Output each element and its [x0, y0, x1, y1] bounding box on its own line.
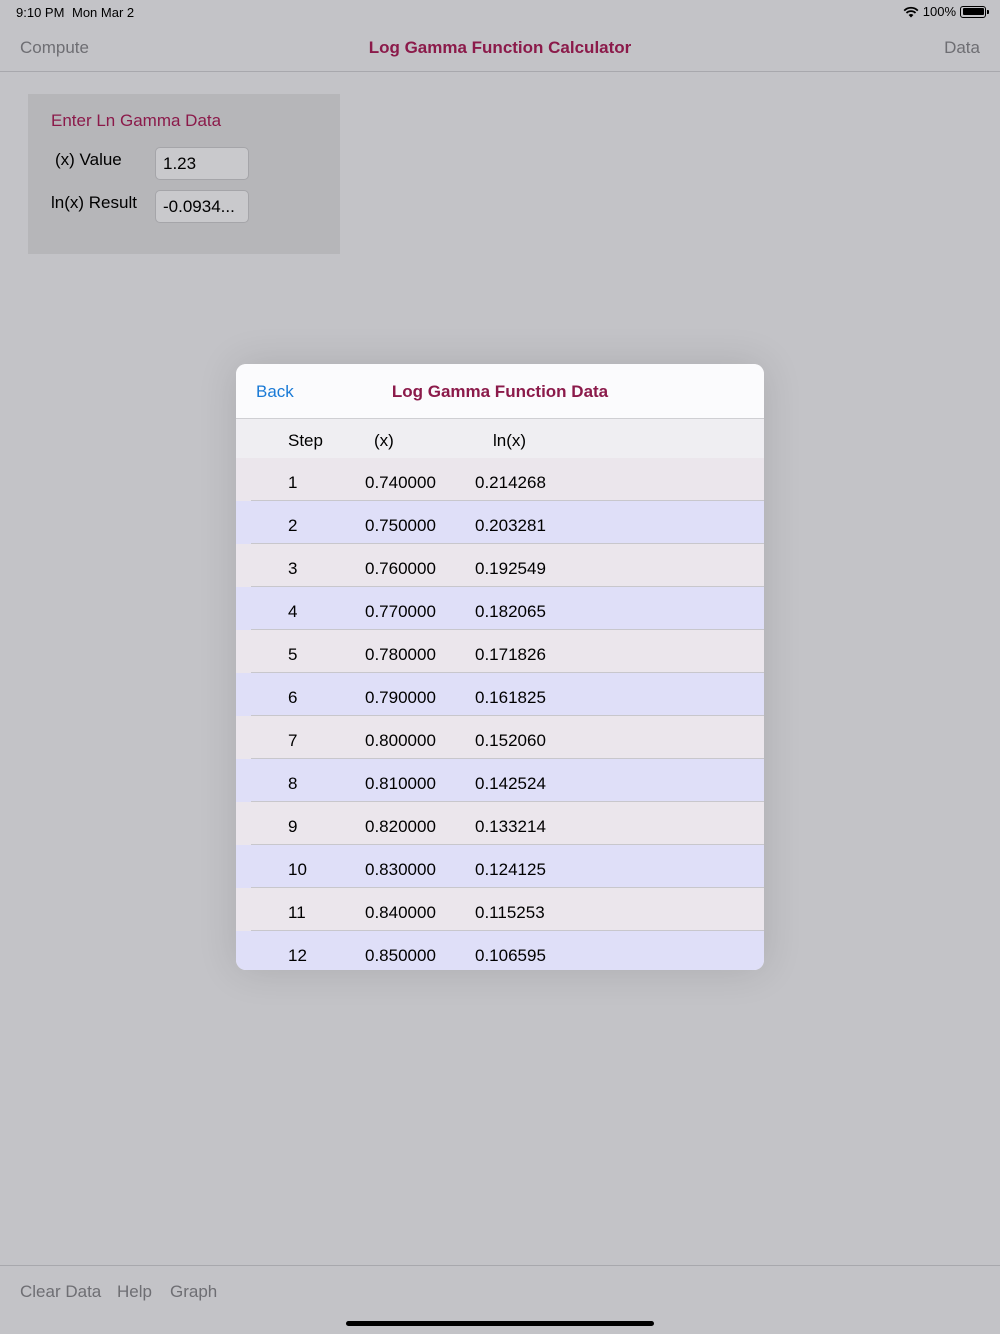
table-row[interactable]: 9 0.820000 0.133214: [236, 802, 764, 845]
ln-cell: 0.161825: [475, 688, 546, 707]
x-cell: 0.810000: [365, 774, 436, 793]
step-cell: 3: [288, 559, 298, 578]
step-cell: 4: [288, 602, 298, 621]
ln-cell: 0.152060: [475, 731, 546, 750]
navigation-bar: Compute Log Gamma Function Calculator Da…: [0, 24, 1000, 72]
table-row[interactable]: 6 0.790000 0.161825: [236, 673, 764, 716]
ln-cell: 0.171826: [475, 645, 546, 664]
modal-header: Back Log Gamma Function Data: [236, 364, 764, 419]
x-value-field[interactable]: 1.23: [155, 147, 249, 180]
ln-cell: 0.124125: [475, 860, 546, 879]
ln-cell: 0.192549: [475, 559, 546, 578]
battery-icon: [960, 5, 989, 18]
ln-cell: 0.106595: [475, 946, 546, 965]
x-cell: 0.830000: [365, 860, 436, 879]
table-row[interactable]: 4 0.770000 0.182065: [236, 587, 764, 630]
step-cell: 7: [288, 731, 298, 750]
ln-cell: 0.182065: [475, 602, 546, 621]
step-cell: 1: [288, 473, 298, 492]
x-cell: 0.750000: [365, 516, 436, 535]
table-row[interactable]: 5 0.780000 0.171826: [236, 630, 764, 673]
table-header: Step (x) ln(x): [236, 419, 764, 458]
x-cell: 0.740000: [365, 473, 436, 492]
x-cell: 0.780000: [365, 645, 436, 664]
x-cell: 0.850000: [365, 946, 436, 965]
step-cell: 6: [288, 688, 298, 707]
x-cell: 0.820000: [365, 817, 436, 836]
step-cell: 11: [288, 903, 306, 922]
step-cell: 2: [288, 516, 298, 535]
data-table[interactable]: 1 0.740000 0.214268 2 0.750000 0.203281 …: [236, 458, 764, 970]
ln-cell: 0.203281: [475, 516, 546, 535]
table-row[interactable]: 12 0.850000 0.106595: [236, 931, 764, 970]
wifi-icon: [903, 6, 919, 17]
table-row[interactable]: 8 0.810000 0.142524: [236, 759, 764, 802]
step-cell: 5: [288, 645, 298, 664]
column-header-step: Step: [288, 431, 323, 450]
graph-button[interactable]: Graph: [170, 1282, 217, 1302]
step-cell: 12: [288, 946, 307, 965]
table-row[interactable]: 3 0.760000 0.192549: [236, 544, 764, 587]
table-row[interactable]: 11 0.840000 0.115253: [236, 888, 764, 931]
table-row[interactable]: 7 0.800000 0.152060: [236, 716, 764, 759]
status-right: 100%: [903, 4, 989, 19]
help-button[interactable]: Help: [117, 1282, 152, 1302]
x-cell: 0.790000: [365, 688, 436, 707]
table-row[interactable]: 1 0.740000 0.214268: [236, 458, 764, 501]
x-value-label: (x) Value: [55, 150, 122, 169]
x-cell: 0.770000: [365, 602, 436, 621]
data-button[interactable]: Data: [944, 38, 980, 58]
home-indicator[interactable]: [346, 1321, 654, 1326]
input-panel: Enter Ln Gamma Data (x) Value 1.23 ln(x)…: [28, 94, 340, 254]
column-header-ln: ln(x): [493, 431, 527, 450]
step-cell: 9: [288, 817, 298, 836]
status-date: Mon Mar 2: [72, 5, 135, 20]
table-row[interactable]: 2 0.750000 0.203281: [236, 501, 764, 544]
panel-title: Enter Ln Gamma Data: [51, 111, 222, 130]
table-row[interactable]: 10 0.830000 0.124125: [236, 845, 764, 888]
x-cell: 0.800000: [365, 731, 436, 750]
clear-data-button[interactable]: Clear Data: [20, 1282, 101, 1302]
status-bar: 9:10 PM Mon Mar 2 100%: [0, 0, 1000, 24]
data-modal: Back Log Gamma Function Data Step (x) ln…: [236, 364, 764, 970]
modal-title: Log Gamma Function Data: [391, 382, 609, 401]
result-field[interactable]: -0.0934...: [155, 190, 249, 223]
step-cell: 10: [288, 860, 307, 879]
result-label: ln(x) Result: [51, 193, 137, 212]
column-header-x: (x): [374, 431, 394, 450]
step-cell: 8: [288, 774, 298, 793]
x-cell: 0.760000: [365, 559, 436, 578]
ln-cell: 0.115253: [475, 903, 545, 922]
status-time: 9:10 PM: [16, 5, 65, 20]
battery-percent: 100%: [922, 4, 956, 19]
ln-cell: 0.133214: [475, 817, 546, 836]
ln-cell: 0.214268: [475, 473, 546, 492]
ln-cell: 0.142524: [475, 774, 546, 793]
x-cell: 0.840000: [365, 903, 436, 922]
page-title: Log Gamma Function Calculator: [368, 38, 632, 57]
